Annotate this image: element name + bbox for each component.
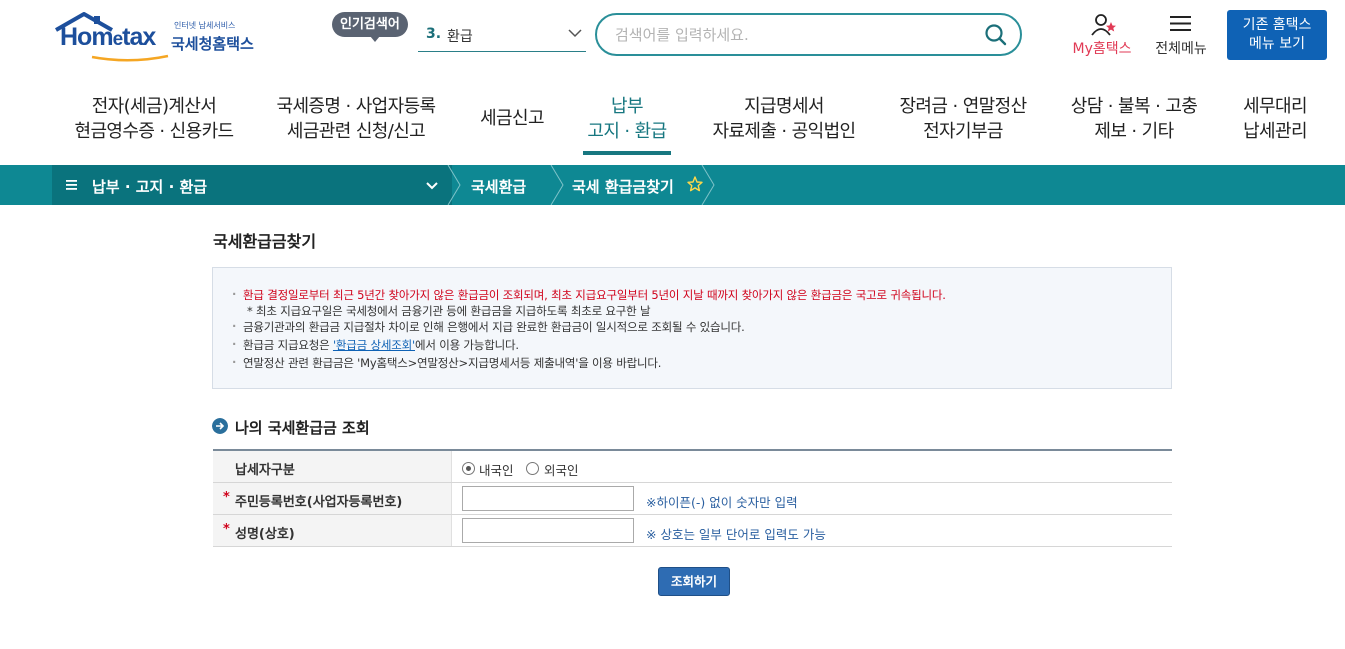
logo-brand: Hometax xyxy=(60,23,156,52)
section-title: 나의 국세환급금 조회 xyxy=(235,419,370,437)
refund-detail-link[interactable]: '환급금 상세조회' xyxy=(333,338,415,352)
popular-keyword: 환급 xyxy=(447,29,473,45)
radio-foreign-label[interactable]: 외국인 xyxy=(544,460,579,479)
all-menu-label: 전체메뉴 xyxy=(1155,41,1207,57)
gnb-incentives[interactable]: 장려금 · 연말정산 전자기부금 xyxy=(893,94,1033,148)
gnb-line2: 자료제출 · 공익법인 xyxy=(712,121,856,142)
arrow-circle-icon xyxy=(212,418,228,434)
required-mark: * xyxy=(223,490,230,505)
gnb-line2: 고지 · 환급 xyxy=(587,121,667,142)
gnb-line2: 납세관리 xyxy=(1243,121,1307,142)
form-hint: ※ 상호는 일부 단어로 입력도 가능 xyxy=(646,527,826,542)
form-row-taxpayer-type: 납세자구분 내국인 외국인 xyxy=(213,451,1172,483)
notice-subitem: * 최초 지급요구일은 국세청에서 금융기관 등에 환급금을 지급하도록 최초로… xyxy=(247,304,651,318)
gnb-consulting[interactable]: 상담 · 불복 · 고충 제보 · 기타 xyxy=(1063,94,1205,148)
logo-tagline: 인터넷 납세서비스 xyxy=(174,21,236,30)
logo-brand-prefix: Hom xyxy=(60,23,114,51)
search-icon[interactable] xyxy=(984,23,1008,47)
gnb-e-invoice[interactable]: 전자(세금)계산서 현금영수증 · 신용카드 xyxy=(68,94,240,148)
form-label: 주민등록번호(사업자등록번호) xyxy=(235,495,403,510)
name-input[interactable] xyxy=(462,518,634,543)
all-menu-button[interactable]: 전체메뉴 xyxy=(1148,13,1214,59)
gnb-line1: 장려금 · 연말정산 xyxy=(899,96,1027,117)
gnb-active-indicator xyxy=(583,151,671,155)
popular-keyword-select[interactable]: 3. 환급 xyxy=(418,18,586,52)
radio-domestic[interactable] xyxy=(462,462,475,475)
breadcrumb-separator-icon xyxy=(701,165,715,205)
radio-domestic-label[interactable]: 내국인 xyxy=(479,460,514,479)
form-label: 성명(상호) xyxy=(235,527,295,542)
gnb-line1: 국세증명 · 사업자등록 xyxy=(276,96,436,117)
form-label-cell: * 주민등록번호(사업자등록번호) xyxy=(213,483,452,514)
hamburger-icon xyxy=(66,180,77,190)
gnb-line2: 현금영수증 · 신용카드 xyxy=(74,121,234,142)
gnb-line1: 세금신고 xyxy=(480,108,544,129)
search-box xyxy=(595,13,1022,56)
gnb-payment-statements[interactable]: 지급명세서 자료제출 · 공익법인 xyxy=(708,94,860,148)
gnb-line2: 세금관련 신청/신고 xyxy=(286,121,426,142)
location-level1: 납부 · 고지 · 환급 xyxy=(92,178,208,196)
old-menu-line1: 기존 홈택스 xyxy=(1242,17,1312,33)
page-title: 국세환급금찾기 xyxy=(213,232,317,251)
gnb-certificates[interactable]: 국세증명 · 사업자등록 세금관련 신청/신고 xyxy=(271,94,441,148)
location-level2[interactable]: 국세환급 xyxy=(471,176,526,197)
notice-item: 연말정산 관련 환급금은 'My홈택스>연말정산>지급명세서등 제출내역'을 이… xyxy=(232,355,661,371)
gnb-tax-report[interactable]: 세금신고 xyxy=(472,106,552,160)
notice-text: 에서 이용 가능합니다. xyxy=(415,338,519,352)
notice-item: 환급 결정일로부터 최근 5년간 찾아가지 않은 환급금이 조회되며, 최초 지… xyxy=(232,287,946,303)
hometax-logo[interactable]: Hometax 인터넷 납세서비스 국세청홈택스 xyxy=(54,12,274,64)
notice-item: 환급금 지급요청은 '환급금 상세조회'에서 이용 가능합니다. xyxy=(232,337,519,353)
search-submit-button[interactable]: 조회하기 xyxy=(658,567,730,596)
hamburger-icon xyxy=(1170,16,1191,31)
gnb-line2: 전자기부금 xyxy=(923,121,1003,142)
form-hint: ※하이픈(-) 없이 숫자만 입력 xyxy=(646,495,798,510)
radio-foreign[interactable] xyxy=(526,462,539,475)
popular-search-badge: 인기검색어 xyxy=(332,12,408,42)
logo-brand-e: e xyxy=(112,29,124,50)
notice-text: 환급금 지급요청은 xyxy=(243,338,333,352)
gnb-tax-agent[interactable]: 세무대리 납세관리 xyxy=(1238,94,1312,148)
my-hometax-button[interactable]: My홈택스 xyxy=(1064,13,1140,59)
old-menu-line2: 메뉴 보기 xyxy=(1249,36,1305,52)
gnb-line1: 세무대리 xyxy=(1243,96,1307,117)
logo-korean-name: 국세청홈택스 xyxy=(171,35,254,53)
user-star-icon xyxy=(1091,14,1116,36)
gnb-line1: 납부 xyxy=(611,96,644,117)
popular-rank: 3. xyxy=(426,26,442,42)
id-number-input[interactable] xyxy=(462,486,634,511)
breadcrumb-separator-icon xyxy=(447,165,461,205)
location-level3[interactable]: 국세 환급금찾기 xyxy=(572,176,674,197)
my-hometax-label: My홈택스 xyxy=(1072,41,1132,57)
form-label-cell: 납세자구분 xyxy=(213,451,452,482)
required-mark: * xyxy=(223,522,230,537)
form-row-id-number: * 주민등록번호(사업자등록번호) ※하이픈(-) 없이 숫자만 입력 xyxy=(213,483,1172,515)
gnb-line1: 전자(세금)계산서 xyxy=(91,96,217,117)
notice-box: 환급 결정일로부터 최근 5년간 찾아가지 않은 환급금이 조회되며, 최초 지… xyxy=(212,267,1172,389)
form-label: 납세자구분 xyxy=(235,463,295,478)
notice-item: 금융기관과의 환급금 지급절차 차이로 인해 은행에서 지급 완료한 환급금이 … xyxy=(232,319,745,335)
form-label-cell: * 성명(상호) xyxy=(213,515,452,546)
search-input[interactable] xyxy=(615,23,975,47)
refund-search-form: 납세자구분 내국인 외국인 * 주민등록번호(사업자등록번호) ※하이픈(-) … xyxy=(213,449,1172,547)
gnb-payment-refund[interactable]: 납부 고지 · 환급 xyxy=(580,94,674,148)
chevron-down-icon[interactable] xyxy=(426,181,438,190)
chevron-down-icon xyxy=(568,29,582,38)
gnb-line1: 상담 · 불복 · 고충 xyxy=(1070,96,1198,117)
form-row-name: * 성명(상호) ※ 상호는 일부 단어로 입력도 가능 xyxy=(213,515,1172,547)
old-hometax-menu-button[interactable]: 기존 홈택스 메뉴 보기 xyxy=(1227,10,1327,60)
logo-swoosh-icon xyxy=(91,54,169,62)
gnb-line1: 지급명세서 xyxy=(744,96,824,117)
logo-brand-suffix: tax xyxy=(122,23,156,51)
gnb-line2: 제보 · 기타 xyxy=(1094,121,1174,142)
breadcrumb-separator-icon xyxy=(550,165,564,205)
